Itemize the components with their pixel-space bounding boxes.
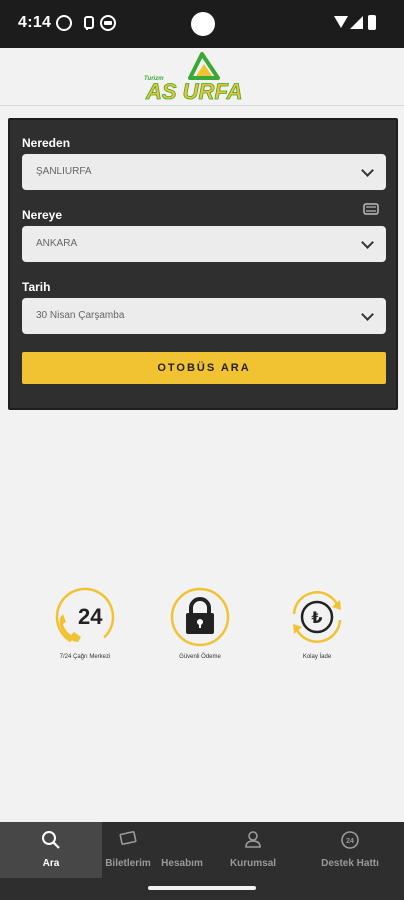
notification-icon xyxy=(56,15,72,31)
svg-text:24: 24 xyxy=(346,838,354,845)
svg-text:24: 24 xyxy=(78,604,103,629)
support-icon: 24 xyxy=(341,831,359,849)
bottom-navigation: Ara Biletlerim Hesabım Kurumsal 24 Deste… xyxy=(0,822,404,878)
feature-call-center: 24 7/24 Çağrı Merkezi xyxy=(30,586,140,660)
nav-item-hesabim[interactable]: Hesabım xyxy=(154,822,210,878)
from-value: ŞANLIURFA xyxy=(36,166,92,177)
chevron-down-icon xyxy=(361,164,374,177)
wifi-icon xyxy=(334,16,348,28)
chevron-down-icon xyxy=(361,236,374,249)
feature-label: Kolay İade xyxy=(302,654,332,660)
app-notification-icon xyxy=(100,15,116,31)
to-value: ANKARA xyxy=(36,238,78,249)
microphone-icon xyxy=(79,15,95,31)
nav-label: Kurumsal xyxy=(229,858,277,869)
nav-label: Destek Hattı xyxy=(321,858,379,869)
to-select[interactable]: ANKARA xyxy=(22,226,386,262)
search-icon xyxy=(42,831,60,849)
padlock-icon xyxy=(170,587,230,647)
nav-label: Biletlerim xyxy=(105,858,151,869)
svg-text:₺: ₺ xyxy=(311,608,322,627)
search-form: Nereden ŞANLIURFA Nereye ANKARA Tarih 30… xyxy=(8,118,398,410)
ticket-icon xyxy=(119,831,137,845)
to-label: Nereye xyxy=(22,208,63,222)
feature-easy-refund: ₺ Kolay İade xyxy=(262,586,372,660)
signal-icon xyxy=(350,16,363,29)
feature-label: Güvenli Ödeme xyxy=(179,654,221,660)
lira-refund-icon: ₺ xyxy=(292,591,342,643)
call-center-24-icon: 24 xyxy=(55,587,115,647)
user-icon xyxy=(245,831,261,848)
date-value: 30 Nisan Çarşamba xyxy=(36,310,125,321)
from-select[interactable]: ŞANLIURFA xyxy=(22,154,386,190)
date-select[interactable]: 30 Nisan Çarşamba xyxy=(22,298,386,334)
feature-secure-payment: Güvenli Ödeme xyxy=(145,586,255,660)
gesture-area xyxy=(0,878,404,900)
feature-label: 7/24 Çağrı Merkezi xyxy=(59,654,111,660)
chevron-down-icon xyxy=(361,308,374,321)
nav-item-biletlerim[interactable]: Biletlerim xyxy=(102,822,154,878)
nav-item-ara[interactable]: Ara xyxy=(0,822,102,878)
front-camera xyxy=(191,12,215,36)
battery-icon xyxy=(368,15,376,30)
status-time: 4:14 xyxy=(18,14,52,31)
swap-icon[interactable] xyxy=(362,202,380,216)
as-urfa-logo: Turizm AS URFA xyxy=(144,52,243,104)
search-bus-button[interactable]: OTOBÜS ARA xyxy=(22,352,386,384)
nav-label: Ara xyxy=(42,858,60,869)
home-gesture-bar[interactable] xyxy=(148,886,256,890)
status-bar: 4:14 xyxy=(0,0,404,48)
date-label: Tarih xyxy=(22,280,51,294)
from-label: Nereden xyxy=(22,136,71,150)
nav-label: Hesabım xyxy=(161,858,203,869)
app-header: Turizm AS URFA xyxy=(0,48,404,106)
nav-item-kurumsal[interactable]: Kurumsal xyxy=(210,822,296,878)
nav-item-destek-hatti[interactable]: 24 Destek Hattı xyxy=(296,822,404,878)
svg-text:AS URFA: AS URFA xyxy=(145,79,243,104)
